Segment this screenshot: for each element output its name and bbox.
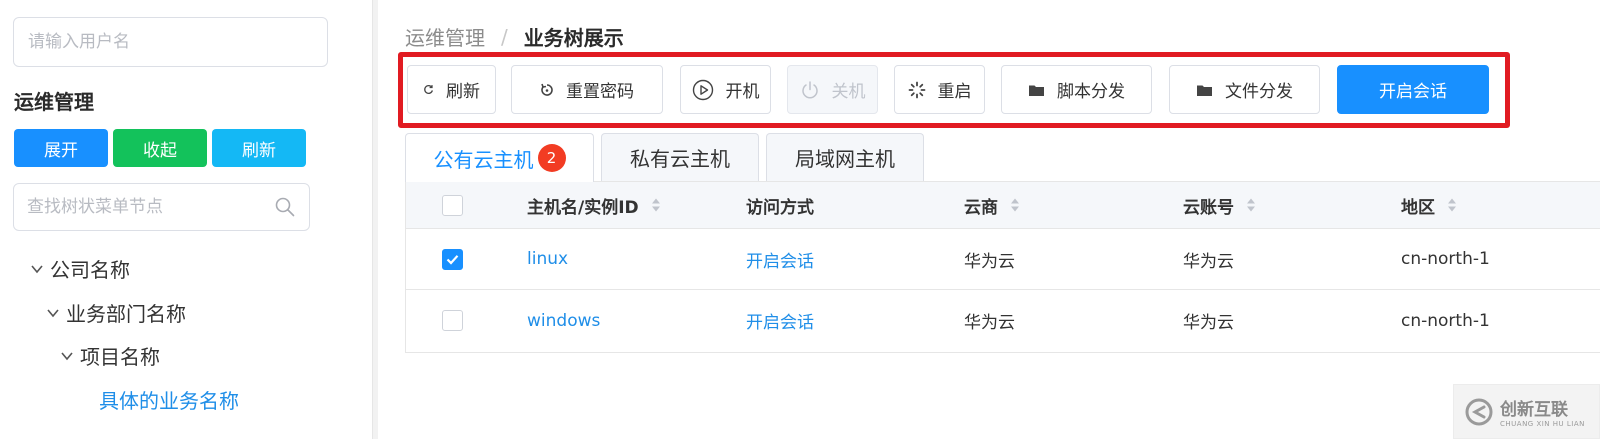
breadcrumb-parent[interactable]: 运维管理 <box>405 22 485 51</box>
refresh-icon <box>424 85 433 94</box>
breadcrumb: 运维管理 / 业务树展示 <box>405 22 624 51</box>
open-session-label: 开启会话 <box>1379 82 1447 102</box>
region-cell: cn-north-1 <box>1401 249 1490 269</box>
reboot-button[interactable]: 重启 <box>894 65 985 114</box>
power-off-button[interactable]: 关机 <box>787 65 878 114</box>
column-header-cloud[interactable]: 云商 <box>964 182 1020 228</box>
folder-icon <box>1029 85 1044 96</box>
column-header-label: 访问方式 <box>746 197 814 218</box>
cloud-account-cell: 华为云 <box>1183 251 1234 272</box>
file-distribute-label: 文件分发 <box>1225 82 1293 102</box>
tree-node-label: 公司名称 <box>50 258 130 282</box>
tree-node-label: 业务部门名称 <box>66 302 186 326</box>
tree-node-department[interactable]: 业务部门名称 <box>46 298 186 327</box>
tree-search-box <box>13 183 310 231</box>
power-icon <box>801 80 818 98</box>
sort-icon[interactable] <box>1010 197 1020 213</box>
tab-label: 私有云主机 <box>630 147 730 171</box>
play-circle-icon <box>692 79 713 100</box>
open-session-link[interactable]: 开启会话 <box>746 229 814 289</box>
tab-label: 局域网主机 <box>795 147 895 171</box>
refresh-button[interactable]: 刷新 <box>407 65 496 114</box>
expand-button[interactable]: 展开 <box>14 129 108 167</box>
sidebar-group-title: 运维管理 <box>14 90 94 114</box>
sort-icon[interactable] <box>1447 197 1457 213</box>
cloud-provider-cell: 华为云 <box>964 251 1015 272</box>
sidebar: 运维管理 展开 收起 刷新 公司名称 业务部门名称 项目名称 具体的业务名称 <box>0 0 372 439</box>
host-link[interactable]: windows <box>527 290 600 351</box>
logo-icon <box>1465 398 1493 425</box>
tab-public-cloud[interactable]: 公有云主机 2 <box>405 133 594 182</box>
table-row[interactable]: windows 开启会话 华为云 华为云 cn-north-1 <box>406 290 1600 351</box>
sort-icon[interactable] <box>1246 197 1256 213</box>
tree-node-label: 项目名称 <box>80 345 160 369</box>
tab-label: 公有云主机 <box>433 147 534 172</box>
tree-node-project[interactable]: 项目名称 <box>60 341 160 370</box>
watermark-en: CHUANG XIN HU LIAN <box>1500 420 1585 428</box>
checkmark-icon <box>446 254 459 265</box>
column-header-label: 云账号 <box>1183 197 1234 218</box>
column-header-access: 访问方式 <box>746 182 814 228</box>
column-header-host[interactable]: 主机名/实例ID <box>527 182 661 228</box>
column-header-label: 主机名/实例ID <box>527 197 639 218</box>
table-header: 主机名/实例ID 访问方式 云商 云账号 地区 <box>406 182 1600 229</box>
power-on-button[interactable]: 开机 <box>680 65 771 114</box>
tree-node-business[interactable]: 具体的业务名称 <box>99 385 239 414</box>
open-session-button[interactable]: 开启会话 <box>1337 65 1489 114</box>
search-icon[interactable] <box>274 196 296 218</box>
breadcrumb-current: 业务树展示 <box>523 26 624 50</box>
sidebar-refresh-button[interactable]: 刷新 <box>212 129 306 167</box>
table-row[interactable]: linux 开启会话 华为云 华为云 cn-north-1 <box>406 229 1600 290</box>
region-cell: cn-north-1 <box>1401 310 1490 331</box>
breadcrumb-separator: / <box>501 24 508 49</box>
chevron-down-icon[interactable] <box>30 262 44 276</box>
reset-password-label: 重置密码 <box>566 82 634 102</box>
sort-icon[interactable] <box>651 197 661 213</box>
chevron-down-icon[interactable] <box>60 349 74 363</box>
tab-lan-hosts[interactable]: 局域网主机 <box>766 133 924 181</box>
tree-node-company[interactable]: 公司名称 <box>30 254 130 283</box>
select-all-checkbox[interactable] <box>442 194 463 216</box>
power-on-label: 开机 <box>725 82 760 102</box>
column-header-label: 云商 <box>964 197 998 218</box>
tree-search-input[interactable] <box>14 184 254 230</box>
tree-node-label: 具体的业务名称 <box>99 389 239 413</box>
column-header-account[interactable]: 云账号 <box>1183 182 1256 228</box>
column-header-region[interactable]: 地区 <box>1401 182 1457 228</box>
watermark-cn: 创新互联 <box>1500 400 1568 420</box>
script-distribute-button[interactable]: 脚本分发 <box>1001 65 1152 114</box>
power-off-label: 关机 <box>831 82 866 102</box>
collapse-button[interactable]: 收起 <box>113 129 207 167</box>
row-checkbox[interactable] <box>442 310 463 331</box>
loading-icon <box>908 81 925 98</box>
reset-password-button[interactable]: 重置密码 <box>511 65 663 114</box>
tab-count-badge: 2 <box>537 144 566 172</box>
reset-icon <box>541 83 553 96</box>
chevron-down-icon[interactable] <box>46 306 60 320</box>
script-distribute-label: 脚本分发 <box>1057 82 1125 102</box>
row-checkbox[interactable] <box>442 248 463 270</box>
hosts-table: 主机名/实例ID 访问方式 云商 云账号 地区 linux 开启会话 华为云 华… <box>405 181 1600 353</box>
file-distribute-button[interactable]: 文件分发 <box>1169 65 1320 114</box>
folder-icon <box>1197 85 1212 96</box>
host-link[interactable]: linux <box>527 229 568 289</box>
open-session-link[interactable]: 开启会话 <box>746 290 814 351</box>
tab-private-cloud[interactable]: 私有云主机 <box>601 133 759 181</box>
cloud-account-cell: 华为云 <box>1183 313 1234 333</box>
column-header-label: 地区 <box>1401 197 1435 218</box>
cloud-provider-cell: 华为云 <box>964 313 1015 333</box>
refresh-label: 刷新 <box>446 82 480 102</box>
watermark: 创新互联 CHUANG XIN HU LIAN <box>1453 384 1600 439</box>
username-input[interactable] <box>13 17 328 67</box>
reboot-label: 重启 <box>937 82 972 102</box>
sidebar-resize-handle[interactable] <box>372 0 378 439</box>
